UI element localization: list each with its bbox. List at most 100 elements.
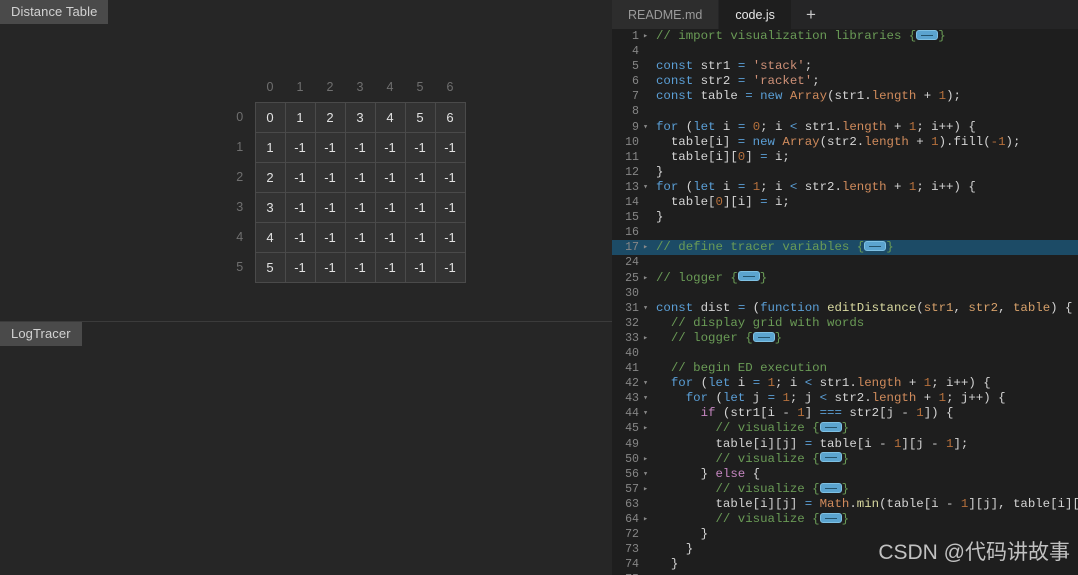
code-token: ; bbox=[804, 59, 813, 74]
code-token: new bbox=[752, 134, 775, 149]
folded-region-icon[interactable] bbox=[752, 331, 775, 342]
fold-arrow-icon[interactable]: ▸ bbox=[640, 512, 651, 527]
code-line-74[interactable]: 74 } bbox=[612, 557, 1078, 572]
code-line-text: table[i][j] = table[i - 1][j - 1]; bbox=[651, 437, 968, 452]
code-line-text: } bbox=[651, 210, 663, 225]
code-line-12[interactable]: 12} bbox=[612, 165, 1078, 180]
folded-region-icon[interactable] bbox=[737, 271, 760, 282]
code-line-33[interactable]: 33 ▸ // logger {} bbox=[612, 331, 1078, 346]
code-editor[interactable]: 1 ▸// import visualization libraries {} 4 5… bbox=[612, 29, 1078, 575]
code-token: table[i][j] bbox=[656, 496, 805, 511]
folded-region-icon[interactable] bbox=[819, 422, 842, 433]
code-line-4[interactable]: 4 bbox=[612, 44, 1078, 59]
code-line-11[interactable]: 11 table[i][0] = i; bbox=[612, 150, 1078, 165]
code-token: str2 bbox=[968, 300, 999, 315]
fold-arrow-icon[interactable]: ▾ bbox=[640, 120, 651, 135]
code-line-50[interactable]: 50 ▸ // visualize {} bbox=[612, 452, 1078, 467]
code-line-7[interactable]: 7 const table = new Array(str1.length + 1… bbox=[612, 89, 1078, 104]
code-line-text: table[i] = new Array(str2.length + 1).fi… bbox=[651, 134, 1021, 150]
fold-arrow-icon[interactable]: ▾ bbox=[640, 406, 651, 421]
folded-region-icon[interactable] bbox=[864, 241, 887, 252]
code-token: table bbox=[1012, 300, 1051, 315]
code-token: for bbox=[670, 376, 694, 391]
code-line-5[interactable]: 5 const str1 = 'stack'; bbox=[612, 59, 1078, 74]
code-line-text: table[i][j] = Math.min(table[i - 1][j], … bbox=[651, 497, 1078, 512]
folded-region-icon[interactable] bbox=[819, 452, 842, 463]
code-line-24[interactable]: 24 bbox=[612, 255, 1078, 270]
code-line-64[interactable]: 64 ▸ // visualize {} bbox=[612, 512, 1078, 527]
fold-arrow-icon[interactable]: ▾ bbox=[640, 467, 651, 482]
new-tab-button[interactable]: + bbox=[791, 0, 830, 29]
code-line-10[interactable]: 10 table[i] = new Array(str2.length + 1)… bbox=[612, 135, 1078, 150]
code-line-73[interactable]: 73 } bbox=[612, 542, 1078, 557]
line-number-10: 10 bbox=[625, 135, 639, 149]
fold-arrow-icon[interactable]: ▸ bbox=[640, 421, 651, 436]
code-line-56[interactable]: 56 ▾ } else { bbox=[612, 467, 1078, 482]
folded-region-icon[interactable] bbox=[819, 512, 842, 523]
distance-table-panel-tab[interactable]: Distance Table bbox=[0, 0, 109, 24]
folded-region-icon[interactable] bbox=[916, 29, 939, 40]
code-token: { bbox=[745, 466, 761, 481]
line-number-49: 49 bbox=[625, 437, 639, 451]
code-line-45[interactable]: 45 ▸ // visualize {} bbox=[612, 421, 1078, 436]
fold-arrow-icon[interactable]: ▾ bbox=[640, 180, 651, 195]
fold-arrow-icon[interactable]: ▾ bbox=[640, 301, 651, 316]
code-token: i bbox=[715, 119, 738, 134]
code-line-16[interactable]: 16 bbox=[612, 225, 1078, 240]
fold-arrow-icon[interactable]: ▸ bbox=[640, 452, 651, 467]
code-line-42[interactable]: 42 ▾ for (let i = 1; i < str1.length + 1;… bbox=[612, 376, 1078, 391]
code-token: === bbox=[819, 406, 842, 421]
table-cell-3-4: -1 bbox=[374, 191, 406, 223]
code-line-25[interactable]: 25 ▸// logger {} bbox=[612, 271, 1078, 286]
code-line-49[interactable]: 49 table[i][j] = table[i - 1][j - 1]; bbox=[612, 437, 1078, 452]
code-line-1[interactable]: 1 ▸// import visualization libraries {} bbox=[612, 29, 1078, 44]
fold-arrow-icon[interactable]: ▸ bbox=[640, 482, 651, 497]
fold-arrow-icon[interactable]: ▾ bbox=[640, 376, 651, 391]
code-line-14[interactable]: 14 table[0][i] = i; bbox=[612, 195, 1078, 210]
table-cell-3-0: 3 bbox=[254, 191, 286, 223]
fold-arrow-icon[interactable]: ▸ bbox=[640, 271, 651, 286]
code-line-17[interactable]: 17 ▸// define tracer variables {} bbox=[612, 240, 1078, 256]
code-token: dist bbox=[693, 300, 738, 315]
code-line-8[interactable]: 8 bbox=[612, 104, 1078, 119]
code-line-31[interactable]: 31 ▾ const dist = (function editDistance(s… bbox=[612, 301, 1078, 316]
folded-region-icon[interactable] bbox=[819, 482, 842, 493]
code-line-13[interactable]: 13 ▾ for (let i = 1; i < str2.length + 1; … bbox=[612, 180, 1078, 195]
table-cell-2-6: -1 bbox=[434, 161, 466, 193]
log-tracer-panel-tab[interactable]: LogTracer bbox=[0, 322, 82, 346]
code-line-15[interactable]: 15} bbox=[612, 210, 1078, 225]
code-line-41[interactable]: 41 // begin ED execution bbox=[612, 361, 1078, 376]
code-token: ; i++) { bbox=[916, 179, 976, 194]
fold-arrow-icon[interactable]: ▸ bbox=[640, 331, 651, 346]
table-cell-0-1: 1 bbox=[284, 101, 316, 133]
code-token: str1. bbox=[797, 119, 842, 134]
editor-tab-readme-md[interactable]: README.md bbox=[612, 0, 720, 29]
code-line-6[interactable]: 6 const str2 = 'racket'; bbox=[612, 74, 1078, 89]
table-cell-4-2: -1 bbox=[314, 221, 346, 253]
code-token: + bbox=[901, 376, 924, 391]
code-line-63[interactable]: 63 table[i][j] = Math.min(table[i - 1][j… bbox=[612, 497, 1078, 512]
code-line-40[interactable]: 40 bbox=[612, 346, 1078, 361]
fold-arrow-icon[interactable]: ▸ bbox=[640, 240, 651, 255]
editor-tab-code-js[interactable]: code.js bbox=[719, 0, 792, 29]
code-token: ; i bbox=[760, 119, 790, 134]
code-token: ; j bbox=[789, 391, 820, 406]
fold-arrow-icon[interactable]: ▸ bbox=[640, 29, 651, 44]
code-line-9[interactable]: 9 ▾ for (let i = 0; i < str1.length + 1; i… bbox=[612, 120, 1078, 135]
code-token: // visualize { bbox=[656, 512, 820, 526]
code-line-43[interactable]: 43 ▾ for (let j = 1; j < str2.length + 1;… bbox=[612, 391, 1078, 406]
code-line-72[interactable]: 72 } bbox=[612, 527, 1078, 542]
code-line-30[interactable]: 30 bbox=[612, 286, 1078, 301]
code-token: ][i] bbox=[722, 195, 761, 210]
code-line-text: // visualize {} bbox=[651, 421, 849, 436]
code-token: Array bbox=[789, 89, 828, 104]
code-line-57[interactable]: 57 ▸ // visualize {} bbox=[612, 482, 1078, 497]
fold-arrow-icon[interactable]: ▾ bbox=[640, 391, 651, 406]
code-token: let bbox=[693, 179, 716, 194]
line-number-30: 30 bbox=[625, 286, 639, 300]
code-token: ( bbox=[693, 376, 709, 391]
code-line-44[interactable]: 44 ▾ if (str1[i - 1] === str2[j - 1]) { bbox=[612, 406, 1078, 421]
code-line-32[interactable]: 32 // display grid with words bbox=[612, 316, 1078, 331]
